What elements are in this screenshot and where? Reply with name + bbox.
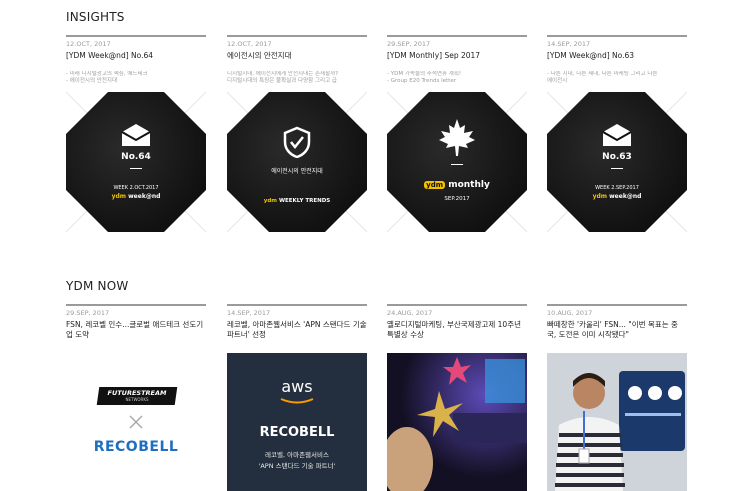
- card-date: 29.SEP, 2017: [66, 309, 110, 317]
- aws-logo: aws: [281, 377, 313, 396]
- aws-smile-icon: [280, 398, 314, 404]
- issue-week: WEEK 2.OCT.2017: [113, 185, 159, 191]
- ydm-now-heading: YDM NOW: [66, 279, 129, 293]
- thumbnail-caption: 에이전시의 안전지대: [271, 168, 323, 175]
- issue-week: WEEK 2.SEP.2017: [595, 185, 639, 191]
- card-divider: [66, 304, 206, 306]
- issue-number: No.63: [602, 152, 632, 162]
- award-photo: [387, 353, 527, 491]
- card-title[interactable]: [YDM Week@nd] No.64: [66, 51, 206, 61]
- card-description: - YDM 가족들의 추석연휴 계획! - Group E20 Trends le…: [387, 70, 462, 84]
- insights-heading: INSIGHTS: [66, 10, 125, 24]
- card-divider: [387, 35, 527, 37]
- card-divider: [227, 35, 367, 37]
- divider: [611, 168, 623, 169]
- card-date: 14.SEP, 2017: [227, 309, 271, 317]
- card-date: 10.AUG, 2017: [547, 309, 593, 317]
- insight-card[interactable]: 14.SEP, 2017 [YDM Week@nd] No.63 - 다른 시대…: [547, 35, 687, 87]
- card-title[interactable]: 에이전시의 안전지대: [227, 51, 367, 61]
- person-photo: [547, 353, 687, 491]
- image-caption-line2: 'APN 스탠다드 기술 파트너': [258, 462, 336, 470]
- mail-icon: [602, 124, 632, 146]
- card-date: 14.SEP, 2017: [547, 40, 591, 48]
- news-image-person-photo[interactable]: [547, 353, 687, 491]
- thumbnail-background: [227, 92, 367, 232]
- news-image-recobell[interactable]: FUTURESTREAM NETWORKS RECOBELL: [66, 353, 206, 491]
- card-divider: [227, 304, 367, 306]
- divider: [130, 168, 142, 169]
- card-divider: [387, 304, 527, 306]
- issue-number: No.64: [121, 152, 151, 162]
- news-card[interactable]: 10.AUG, 2017 빠떼창한 '카울리' FSN... "이번 목표는 중…: [547, 304, 687, 340]
- mail-icon: [121, 124, 151, 146]
- brand-label: ydm week@nd: [592, 193, 642, 200]
- card-description: - 다른 시대, 다른 세대, 다른 마케팅 그리고 다른 에이전시: [547, 70, 658, 84]
- card-title[interactable]: [YDM Monthly] Sep 2017: [387, 51, 527, 61]
- card-date: 12.OCT, 2017: [66, 40, 111, 48]
- card-title[interactable]: 레코벨, 아마존웹서비스 'APN 스탠다드 기술 파트너' 선정: [227, 320, 367, 340]
- insight-thumbnail[interactable]: ydm monthly SEP.2017: [387, 92, 527, 232]
- brand-label: ydm week@nd: [111, 193, 161, 200]
- news-card[interactable]: 24.AUG, 2017 옐로디지털마케팅, 부산국제광고제 10주년 특별상 …: [387, 304, 527, 340]
- image-caption-line1: 레코벨, 아마존웹서비스: [265, 451, 329, 459]
- card-description: - 미래 디지털광고의 핵심, 애드테크 - 에이전시의 안전지대: [66, 70, 148, 84]
- card-title[interactable]: [YDM Week@nd] No.63: [547, 51, 687, 61]
- insight-card[interactable]: 12.OCT, 2017 [YDM Week@nd] No.64 - 미래 디지…: [66, 35, 206, 87]
- card-divider: [66, 35, 206, 37]
- insight-thumbnail[interactable]: No.64 WEEK 2.OCT.2017 ydm week@nd: [66, 92, 206, 232]
- shield-check-icon: [283, 126, 311, 158]
- brand-label: ydm monthly: [424, 180, 490, 190]
- card-title[interactable]: 빠떼창한 '카울리' FSN... "이번 목표는 중국, 도전은 이미 시작됐…: [547, 320, 687, 340]
- insight-thumbnail[interactable]: No.63 WEEK 2.SEP.2017 ydm week@nd: [547, 92, 687, 232]
- recobell-logo: RECOBELL: [93, 439, 179, 455]
- recobell-logo: RECOBELL: [259, 425, 335, 440]
- card-date: 29.SEP, 2017: [387, 40, 431, 48]
- news-card[interactable]: 14.SEP, 2017 레코벨, 아마존웹서비스 'APN 스탠다드 기술 파…: [227, 304, 367, 340]
- card-date: 12.OCT, 2017: [227, 40, 272, 48]
- insight-card[interactable]: 29.SEP, 2017 [YDM Monthly] Sep 2017 - YD…: [387, 35, 527, 87]
- news-image-aws[interactable]: aws RECOBELL 레코벨, 아마존웹서비스 'APN 스탠다드 기술 파…: [227, 353, 367, 491]
- card-divider: [547, 35, 687, 37]
- thumbnail-background: [66, 92, 206, 232]
- insight-card[interactable]: 12.OCT, 2017 에이전시의 안전지대 디지털시대, 에이전시에게 안전…: [227, 35, 367, 87]
- maple-leaf-icon: [439, 119, 475, 156]
- insight-thumbnail[interactable]: 에이전시의 안전지대 ydm WEEKLY TRENDS: [227, 92, 367, 232]
- cross-icon: [129, 415, 143, 429]
- thumbnail-background: [547, 92, 687, 232]
- brand-label: ydm WEEKLY TRENDS: [263, 198, 331, 204]
- thumbnail-background: [387, 92, 527, 232]
- card-title[interactable]: FSN, 레코벨 인수...글로벌 애드테크 선도기업 도약: [66, 320, 206, 340]
- card-divider: [547, 304, 687, 306]
- news-image-award-photo[interactable]: [387, 353, 527, 491]
- issue-month: SEP.2017: [444, 196, 470, 202]
- news-card[interactable]: 29.SEP, 2017 FSN, 레코벨 인수...글로벌 애드테크 선도기업…: [66, 304, 206, 340]
- card-description: 디지털시대, 에이전시에게 안전지대는 존재할까? 디지털시대의 특징은 불확실과…: [227, 70, 339, 84]
- card-date: 24.AUG, 2017: [387, 309, 433, 317]
- card-title[interactable]: 옐로디지털마케팅, 부산국제광고제 10주년 특별상 수상: [387, 320, 527, 340]
- divider: [451, 164, 463, 165]
